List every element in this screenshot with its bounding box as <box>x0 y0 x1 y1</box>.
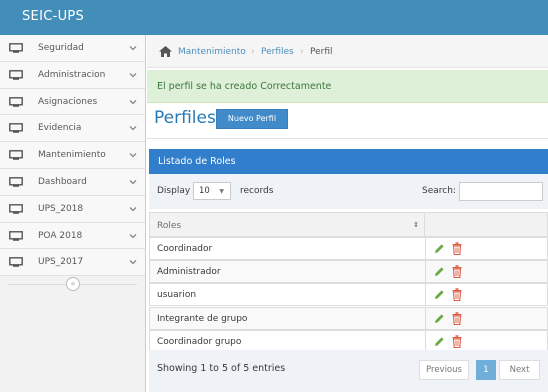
previous-page-button[interactable]: Previous <box>419 360 469 380</box>
sidebar-item-label: Administracion <box>38 69 106 80</box>
next-page-button[interactable]: Next <box>499 360 540 380</box>
pencil-icon[interactable] <box>434 266 445 277</box>
page-length-value: 10 <box>199 186 210 196</box>
chevron-down-icon <box>129 46 137 51</box>
sidebar-item-poa-2018[interactable]: POA 2018 <box>0 222 145 250</box>
widget-title: Listado de Roles <box>158 156 236 167</box>
chevron-down-icon <box>129 99 137 105</box>
pencil-icon[interactable] <box>434 313 445 324</box>
search-input[interactable] <box>459 182 543 201</box>
sidebar-item-evidencia[interactable]: Evidencia <box>0 115 145 143</box>
cell-divider <box>425 330 426 352</box>
header-divider <box>147 138 548 139</box>
desktop-icon <box>9 257 23 268</box>
search-label: Search: <box>422 186 456 196</box>
sort-icon: ⇕ <box>413 221 419 229</box>
sidebar: Seguridad Administracion Asignaciones Evide… <box>0 35 146 392</box>
sidebar-item-label: UPS_2018 <box>38 203 84 214</box>
widget-header: Listado de Roles <box>149 149 548 174</box>
table-footer: Showing 1 to 5 of 5 entries Previous 1 N… <box>149 350 548 392</box>
chevron-down-icon <box>129 233 137 238</box>
role-name: Coordinador grupo <box>157 336 242 347</box>
cell-divider <box>425 284 426 306</box>
trash-icon[interactable] <box>452 242 462 255</box>
table-controls: Display 10 ▼ records Search: <box>149 174 548 209</box>
desktop-icon <box>9 43 23 53</box>
column-header-actions <box>424 212 548 237</box>
sidebar-item-label: Dashboard <box>38 176 87 187</box>
collapse-sidebar-icon[interactable]: « <box>66 277 80 292</box>
table-row: Integrante de grupo <box>149 306 548 330</box>
role-name: usuarion <box>157 290 197 301</box>
pencil-icon[interactable] <box>434 336 445 347</box>
page-1-button[interactable]: 1 <box>476 360 496 380</box>
page-title: Perfiles <box>154 108 216 128</box>
sidebar-item-label: Asignaciones <box>38 96 98 107</box>
chevron-down-icon <box>129 72 137 78</box>
table-row: usuarion <box>149 283 548 307</box>
top-navbar: SEIC-UPS <box>0 0 548 35</box>
breadcrumb-separator: › <box>300 47 304 57</box>
table-row: Coordinador <box>149 237 548 260</box>
desktop-icon <box>9 150 23 160</box>
breadcrumb: Mantenimiento › Perfiles › Perfil <box>147 35 548 68</box>
chevron-down-icon: ▼ <box>219 188 224 195</box>
new-profile-button[interactable]: Nuevo Perfil <box>216 109 288 129</box>
records-label: records <box>240 186 274 196</box>
desktop-icon <box>9 123 23 134</box>
sidebar-item-dashboard[interactable]: Dashboard <box>0 168 145 196</box>
role-name: Coordinador <box>157 244 213 254</box>
chevron-down-icon <box>129 153 137 158</box>
alert-message: El perfil se ha creado Correctamente <box>157 81 332 92</box>
pencil-icon[interactable] <box>434 289 445 300</box>
success-alert: El perfil se ha creado Correctamente <box>147 70 548 103</box>
column-header-label: Roles <box>157 221 182 231</box>
app-brand[interactable]: SEIC-UPS <box>22 9 84 24</box>
sidebar-item-label: Evidencia <box>38 123 82 134</box>
breadcrumb-perfiles[interactable]: Perfiles <box>261 47 294 57</box>
entries-info: Showing 1 to 5 of 5 entries <box>157 363 286 374</box>
sidebar-item-label: Seguridad <box>38 43 84 53</box>
trash-icon[interactable] <box>452 311 462 325</box>
sidebar-collapse: « <box>0 276 145 296</box>
sidebar-item-label: POA 2018 <box>38 230 83 241</box>
trash-icon[interactable] <box>452 335 462 348</box>
desktop-icon <box>9 230 23 241</box>
sidebar-item-administracion[interactable]: Administracion <box>0 61 145 89</box>
cell-divider <box>425 238 426 259</box>
desktop-icon <box>9 177 23 187</box>
pencil-icon[interactable] <box>434 243 445 254</box>
desktop-icon <box>9 96 23 107</box>
role-name: Administrador <box>157 267 221 278</box>
sidebar-item-asignaciones[interactable]: Asignaciones <box>0 88 145 116</box>
chevron-down-icon <box>129 180 137 185</box>
sidebar-item-label: Mantenimiento <box>38 150 106 161</box>
breadcrumb-separator: › <box>251 47 255 57</box>
desktop-icon <box>9 69 23 80</box>
breadcrumb-perfil: Perfil <box>310 47 333 57</box>
table-row: Administrador <box>149 260 548 284</box>
sidebar-item-mantenimiento[interactable]: Mantenimiento <box>0 142 145 169</box>
trash-icon[interactable] <box>452 288 462 302</box>
page-length-select[interactable]: 10 ▼ <box>193 182 231 200</box>
chevron-down-icon <box>129 260 137 265</box>
sidebar-item-ups-2017[interactable]: UPS_2017 <box>0 249 145 277</box>
chevron-down-icon <box>129 126 137 131</box>
sidebar-item-seguridad[interactable]: Seguridad <box>0 35 145 62</box>
display-label: Display <box>157 186 191 196</box>
cell-divider <box>425 307 426 329</box>
sidebar-item-ups-2018[interactable]: UPS_2018 <box>0 195 145 223</box>
sidebar-item-label: UPS_2017 <box>38 257 84 268</box>
trash-icon[interactable] <box>452 265 462 279</box>
desktop-icon <box>9 203 23 214</box>
home-icon[interactable] <box>159 46 172 57</box>
cell-divider <box>425 261 426 283</box>
column-header-roles[interactable]: Roles ⇕ <box>149 212 425 237</box>
role-name: Integrante de grupo <box>157 313 248 324</box>
breadcrumb-mantenimiento[interactable]: Mantenimiento <box>178 47 246 57</box>
chevron-down-icon <box>129 206 137 212</box>
